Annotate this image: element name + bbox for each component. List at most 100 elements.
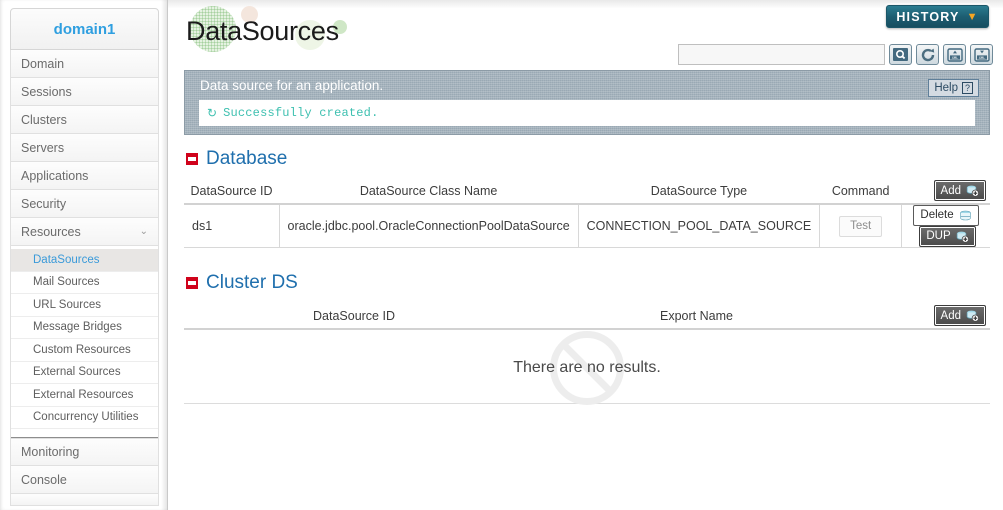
database-duplicate-icon bbox=[956, 231, 969, 243]
sidebar-item-datasources[interactable]: DataSources bbox=[11, 249, 158, 272]
sidebar-item-applications[interactable]: Applications bbox=[10, 162, 159, 190]
column-header-class-name: DataSource Class Name bbox=[279, 178, 579, 205]
sidebar-item-label: Clusters bbox=[21, 112, 67, 127]
sidebar-item-label: Security bbox=[21, 196, 67, 211]
cluster-section-title: Cluster DS bbox=[206, 272, 298, 293]
cell-row-actions: Delete DUP bbox=[901, 204, 990, 248]
database-section-header: Database bbox=[186, 148, 287, 170]
refresh-icon: ↻ bbox=[207, 106, 218, 120]
database-add-cell: Add bbox=[901, 178, 990, 205]
database-table-header-row: DataSource ID DataSource Class Name Data… bbox=[184, 178, 990, 205]
column-header-datasource-id: DataSource ID bbox=[184, 178, 280, 205]
status-message-text: Successfully created. bbox=[223, 106, 379, 120]
sidebar-item-truncated[interactable] bbox=[10, 494, 159, 506]
sidebar-item-sessions[interactable]: Sessions bbox=[10, 78, 159, 106]
column-header-command: Command bbox=[819, 178, 902, 205]
sidebar-domain-header[interactable]: domain1 bbox=[10, 8, 159, 50]
sidebar-item-clusters[interactable]: Clusters bbox=[10, 106, 159, 134]
sidebar-item-resources[interactable]: Resources ⌄ bbox=[10, 218, 159, 246]
svg-text:XML: XML bbox=[951, 56, 958, 60]
xml-import-icon[interactable]: XML bbox=[943, 44, 966, 65]
sidebar-item-label: Domain bbox=[21, 56, 65, 71]
refresh-icon[interactable] bbox=[916, 44, 939, 65]
section-marker-icon bbox=[186, 277, 198, 289]
cluster-table-header-row: DataSource ID Export Name Add bbox=[184, 303, 990, 330]
sidebar-item-label: Applications bbox=[21, 168, 89, 183]
top-strip bbox=[168, 0, 1003, 8]
sidebar-subitem-label: External Resources bbox=[33, 388, 134, 401]
sidebar-subitem-label: URL Sources bbox=[33, 298, 101, 311]
question-mark-icon: ? bbox=[962, 82, 973, 94]
sidebar-item-custom-resources[interactable]: Custom Resources bbox=[11, 339, 158, 362]
database-add-button-label: Add bbox=[940, 184, 961, 197]
sidebar-subitem-label: Mail Sources bbox=[33, 276, 100, 289]
sidebar-item-console[interactable]: Console bbox=[10, 466, 159, 494]
history-button[interactable]: HISTORY ▼ bbox=[886, 5, 989, 28]
sidebar-item-domain[interactable]: Domain bbox=[10, 50, 159, 78]
empty-state-text: There are no results. bbox=[513, 358, 661, 376]
sidebar-subitem-label: Concurrency Utilities bbox=[33, 411, 139, 424]
table-row[interactable]: ds1 oracle.jdbc.pool.OracleConnectionPoo… bbox=[184, 204, 990, 248]
page-title: DataSources bbox=[186, 16, 339, 46]
delete-button-label: Delete bbox=[920, 209, 954, 221]
sidebar-subitem-label: External Sources bbox=[33, 366, 121, 379]
search-input[interactable] bbox=[678, 44, 885, 65]
sidebar-item-external-resources[interactable]: External Resources bbox=[11, 384, 158, 407]
sidebar-item-message-bridges[interactable]: Message Bridges bbox=[11, 317, 158, 339]
dup-button[interactable]: DUP bbox=[919, 226, 976, 247]
sidebar-item-monitoring[interactable]: Monitoring bbox=[10, 438, 159, 466]
history-button-label: HISTORY bbox=[896, 9, 960, 24]
sidebar-item-security[interactable]: Security bbox=[10, 190, 159, 218]
cluster-ds-table: DataSource ID Export Name Add bbox=[184, 303, 990, 330]
test-button[interactable]: Test bbox=[839, 215, 883, 237]
cluster-add-cell: Add bbox=[869, 303, 990, 330]
cell-command: Test bbox=[819, 204, 902, 248]
test-button-label: Test bbox=[850, 219, 872, 232]
sidebar-item-label: Servers bbox=[21, 140, 65, 155]
database-add-icon bbox=[966, 310, 979, 322]
sidebar: domain1 Domain Sessions Clusters Servers… bbox=[0, 0, 168, 510]
sidebar-subitem-label: Custom Resources bbox=[33, 343, 131, 356]
sidebar-domain-label: domain1 bbox=[53, 20, 116, 38]
sidebar-item-external-sources[interactable]: External Sources bbox=[11, 362, 158, 384]
cluster-section-header: Cluster DS bbox=[186, 272, 298, 294]
svg-text:XML: XML bbox=[978, 56, 985, 60]
cell-class-name: oracle.jdbc.pool.OracleConnectionPoolDat… bbox=[278, 204, 579, 248]
database-delete-icon bbox=[959, 210, 972, 222]
sidebar-item-concurrency-utilities[interactable]: Concurrency Utilities bbox=[11, 407, 158, 429]
database-add-button[interactable]: Add bbox=[933, 180, 986, 201]
sidebar-item-mail-sources[interactable]: Mail Sources bbox=[11, 272, 158, 294]
cluster-add-button[interactable]: Add bbox=[933, 305, 986, 326]
search-icon[interactable] bbox=[889, 44, 912, 65]
sidebar-item-url-sources[interactable]: URL Sources bbox=[11, 294, 158, 317]
toolbar-search-row: XML XML bbox=[678, 44, 993, 65]
cluster-add-button-label: Add bbox=[940, 309, 961, 322]
sidebar-subnav-resources: DataSources Mail Sources URL Sources Mes… bbox=[10, 246, 159, 438]
sidebar-item-servers[interactable]: Servers bbox=[10, 134, 159, 162]
column-header-export-name: Export Name bbox=[524, 303, 869, 330]
cell-datasource-type: CONNECTION_POOL_DATA_SOURCE bbox=[577, 204, 820, 248]
delete-button[interactable]: Delete bbox=[913, 205, 979, 226]
dup-button-label: DUP bbox=[926, 230, 951, 242]
sidebar-item-label: Monitoring bbox=[21, 445, 80, 459]
banner-title: Data source for an application. bbox=[200, 78, 384, 93]
column-header-cluster-datasource-id: DataSource ID bbox=[184, 303, 524, 330]
datasources-page: domain1 Domain Sessions Clusters Servers… bbox=[0, 0, 1003, 510]
section-marker-icon bbox=[186, 153, 198, 165]
database-add-icon bbox=[966, 185, 979, 197]
cluster-ds-empty-state: There are no results. bbox=[184, 330, 990, 405]
cell-datasource-id: ds1 bbox=[184, 204, 280, 248]
help-button[interactable]: Help ? bbox=[928, 79, 979, 97]
sidebar-item-label: Resources bbox=[21, 224, 81, 239]
database-table: DataSource ID DataSource Class Name Data… bbox=[184, 178, 990, 248]
help-button-label: Help bbox=[934, 82, 958, 94]
sidebar-subitem-label: Message Bridges bbox=[33, 321, 122, 334]
info-banner: Data source for an application. Help ? ↻… bbox=[184, 70, 990, 135]
status-message: ↻ Successfully created. bbox=[199, 100, 975, 126]
sidebar-item-label: Sessions bbox=[21, 84, 72, 99]
xml-export-icon[interactable]: XML bbox=[970, 44, 993, 65]
database-section-title: Database bbox=[206, 148, 288, 169]
column-header-datasource-type: DataSource Type bbox=[578, 178, 820, 205]
sidebar-subitem-label: DataSources bbox=[33, 253, 100, 266]
sidebar-subnav-divider bbox=[11, 429, 158, 438]
